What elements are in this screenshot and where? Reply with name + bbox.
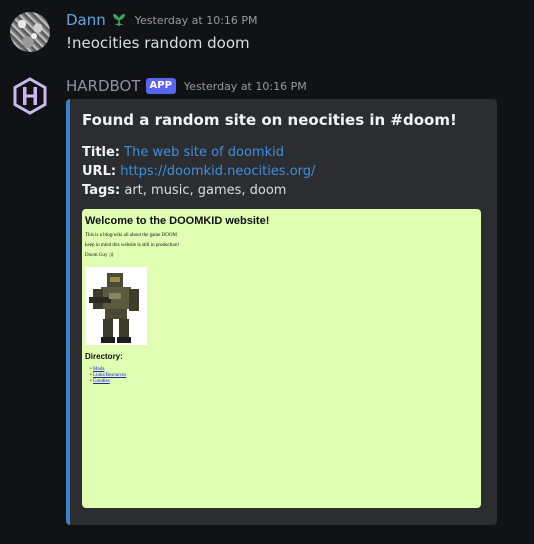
doomguy-image — [85, 267, 147, 345]
preview-text: This is a blog/wiki all about the game D… — [85, 233, 481, 259]
avatar[interactable] — [10, 12, 50, 52]
timestamp: Yesterday at 10:16 PM — [183, 79, 307, 93]
embed-title: Found a random site on neocities in #doo… — [82, 111, 457, 129]
preview-line: This is a blog/wiki all about the game D… — [85, 233, 177, 238]
preview-directory-label: Directory: — [85, 352, 123, 361]
site-preview-image[interactable]: Welcome to the DOOMKID website! This is … — [82, 209, 481, 508]
username[interactable]: HARDBOT — [66, 77, 141, 95]
embed: Found a random site on neocities in #doo… — [66, 99, 497, 525]
leaf-badge-icon — [111, 12, 127, 28]
message-text: !neocities random doom — [66, 34, 250, 52]
preview-link: Goodies — [93, 379, 110, 384]
preview-line: keep in mind this website is still in pr… — [85, 243, 180, 248]
tags-value: art, music, games, doom — [124, 183, 287, 198]
preview-link-list: Mods Links/Resources Goodies — [90, 367, 126, 385]
embed-field-url: URL: https://doomkid.neocities.org/ — [82, 162, 481, 181]
message-header: Dann Yesterday at 10:16 PM — [66, 11, 258, 29]
embed-field-tags: Tags: art, music, games, doom — [82, 181, 481, 200]
preview-heading: Welcome to the DOOMKID website! — [85, 215, 270, 227]
site-title-link[interactable]: The web site of doomkid — [124, 145, 284, 160]
site-url-link[interactable]: https://doomkid.neocities.org/ — [120, 164, 315, 179]
preview-link: Links/Resources — [93, 373, 127, 378]
message-header: HARDBOT APP Yesterday at 10:16 PM — [66, 77, 307, 95]
hardbot-logo-icon — [13, 77, 47, 115]
preview-line: Doom Guy ;)) — [85, 253, 114, 258]
timestamp: Yesterday at 10:16 PM — [134, 13, 258, 27]
username[interactable]: Dann — [66, 11, 106, 29]
list-item: Goodies — [90, 379, 126, 385]
embed-field-title: Title: The web site of doomkid — [82, 143, 481, 162]
preview-link: Mods — [93, 367, 105, 372]
field-label: Title: — [82, 145, 121, 160]
field-label: URL: — [82, 164, 117, 179]
avatar[interactable] — [10, 76, 50, 116]
app-tag: APP — [145, 78, 176, 94]
field-label: Tags: — [82, 183, 121, 198]
